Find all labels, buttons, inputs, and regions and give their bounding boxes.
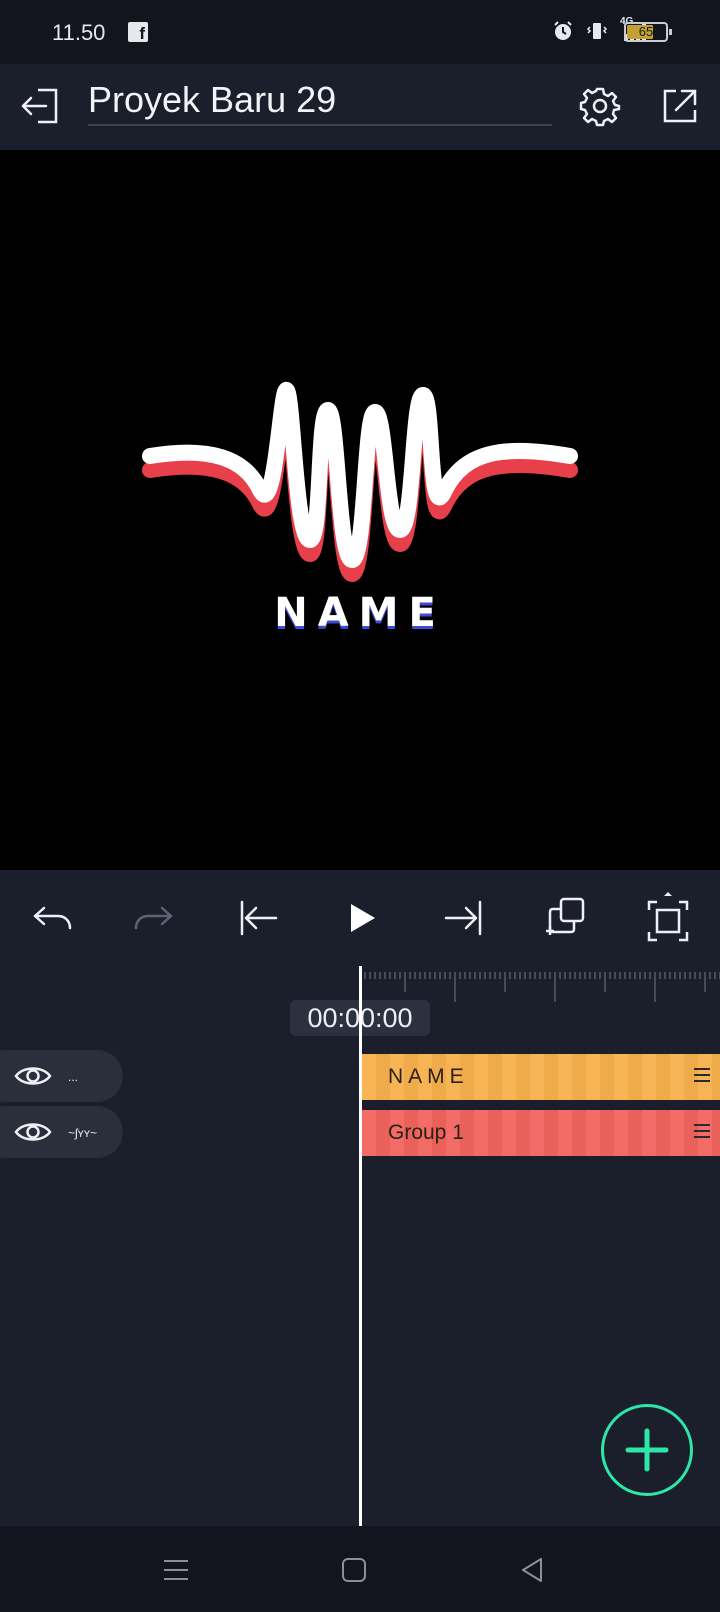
project-title-input[interactable]: Proyek Baru 29 <box>88 76 552 126</box>
undo-icon <box>33 906 72 930</box>
skip-to-start-button[interactable] <box>234 894 282 942</box>
facebook-icon: f <box>128 22 148 43</box>
fullscreen-icon <box>647 892 689 942</box>
video-preview-canvas[interactable]: NAME <box>0 150 720 870</box>
timeline-clip-name[interactable]: NAME <box>362 1054 720 1100</box>
clip-label: Group 1 <box>388 1121 464 1144</box>
recents-menu-icon <box>164 1560 188 1580</box>
skip-to-start-icon <box>240 900 278 936</box>
layer-thumbnail: ~ʃʏʏ~ <box>68 1126 98 1140</box>
skip-to-end-button[interactable] <box>440 894 488 942</box>
exit-icon <box>21 88 58 124</box>
recents-button[interactable] <box>154 1548 198 1592</box>
export-share-icon <box>663 89 697 123</box>
battery-icon: 65 <box>624 22 672 42</box>
playback-toolbar <box>0 870 720 966</box>
clip-label: NAME <box>388 1065 469 1088</box>
settings-button[interactable] <box>576 82 624 130</box>
visibility-eye-icon[interactable] <box>14 1120 52 1144</box>
undo-button[interactable] <box>28 894 76 942</box>
play-button[interactable] <box>338 894 386 942</box>
logo-name-text: NAME <box>274 590 446 636</box>
status-time: 11.50 <box>52 20 106 45</box>
duplicate-layer-button[interactable] <box>542 894 590 942</box>
fullscreen-button[interactable] <box>644 892 692 942</box>
duplicate-layer-icon <box>546 897 585 935</box>
layer-row-group[interactable]: ~ʃʏʏ~ <box>0 1106 123 1158</box>
settings-gear-icon <box>579 87 621 127</box>
layer-row-name[interactable]: ... <box>0 1050 123 1102</box>
vibrate-icon <box>586 23 608 39</box>
playhead[interactable] <box>359 966 362 1526</box>
plus-icon <box>625 1428 669 1472</box>
redo-icon <box>134 906 173 930</box>
home-button[interactable] <box>332 1548 376 1592</box>
battery-percentage: 65 <box>638 24 654 39</box>
skip-to-end-icon <box>444 900 482 936</box>
export-button[interactable] <box>656 82 704 130</box>
layer-thumbnail: ... <box>68 1070 79 1084</box>
drag-handle-icon[interactable] <box>694 1124 710 1140</box>
drag-handle-icon[interactable] <box>694 1068 710 1084</box>
home-square-icon <box>342 1558 366 1582</box>
play-icon <box>351 904 375 932</box>
back-triangle-icon <box>522 1558 542 1582</box>
alarm-icon <box>554 21 572 40</box>
system-navigation-bar <box>0 1526 720 1612</box>
exit-button[interactable] <box>16 82 64 130</box>
sound-wave-logo <box>142 381 578 582</box>
add-layer-button[interactable] <box>601 1404 693 1496</box>
visibility-eye-icon[interactable] <box>14 1064 52 1088</box>
redo-button[interactable] <box>130 894 178 942</box>
back-button[interactable] <box>510 1548 554 1592</box>
timeline-clip-group[interactable]: Group 1 <box>362 1110 720 1156</box>
app-header: Proyek Baru 29 <box>0 64 720 150</box>
status-bar: 11.50 f 4G 65 <box>0 0 720 64</box>
